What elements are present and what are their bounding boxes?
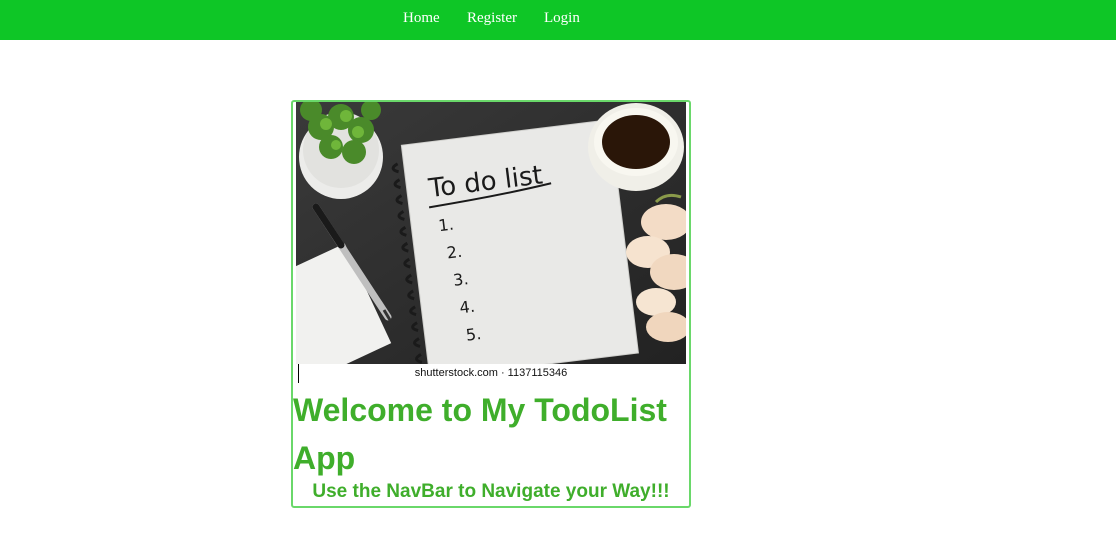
svg-text:5.: 5. — [465, 324, 482, 345]
todo-list-image: To do list 1. 2. 3. 4. 5. — [293, 102, 689, 384]
svg-text:2.: 2. — [446, 242, 463, 263]
welcome-card: To do list 1. 2. 3. 4. 5. shutterstock.c… — [291, 100, 691, 508]
image-caption: shutterstock.com · 1137115346 — [414, 367, 568, 379]
top-navbar: Home Register Login — [0, 0, 1116, 40]
nav-login-link[interactable]: Login — [544, 10, 580, 27]
svg-text:4.: 4. — [458, 297, 475, 318]
nav-register-link[interactable]: Register — [467, 10, 517, 27]
todo-list-photo-icon: To do list 1. 2. 3. 4. 5. — [293, 102, 689, 384]
page-subtitle: Use the NavBar to Navigate your Way!!! — [312, 481, 670, 502]
svg-text:1.: 1. — [437, 215, 454, 236]
page-title: Welcome to My TodoList App — [293, 392, 667, 476]
svg-text:3.: 3. — [452, 269, 469, 290]
nav-home-link[interactable]: Home — [403, 10, 440, 27]
image-caption-bar: shutterstock.com · 1137115346 — [296, 364, 686, 384]
